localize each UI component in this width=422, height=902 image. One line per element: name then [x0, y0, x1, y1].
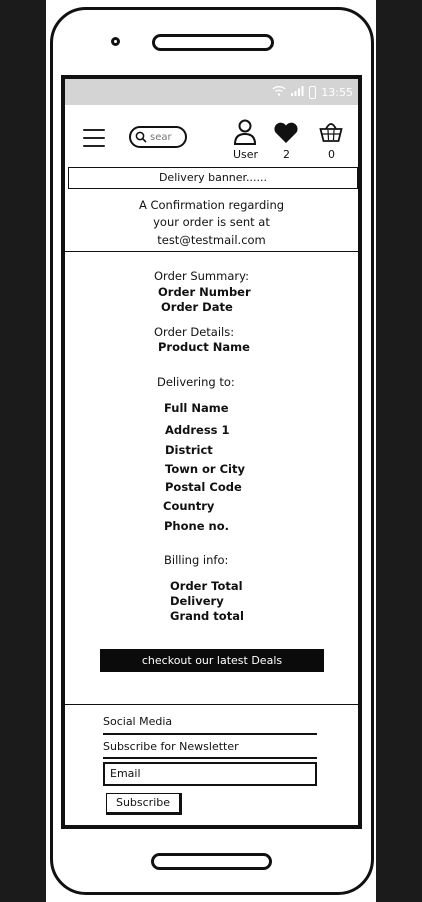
- status-time: 13:55: [321, 85, 353, 99]
- divider: [65, 251, 358, 252]
- grand-total: Grand total: [170, 609, 244, 623]
- footer-divider: [65, 704, 358, 705]
- delivery-banner: Delivery banner......: [68, 167, 358, 189]
- town-or-city: Town or City: [165, 462, 245, 476]
- confirmation-line-1: A Confirmation regarding: [138, 198, 285, 212]
- status-bar: 13:55: [65, 79, 358, 105]
- order-date: Order Date: [161, 300, 233, 314]
- home-button[interactable]: [151, 853, 272, 870]
- user-label: User: [233, 148, 259, 161]
- order-summary-heading: Order Summary:: [154, 269, 249, 283]
- basket-count: 0: [328, 148, 335, 161]
- wifi-icon: [272, 85, 286, 99]
- footer-line: [103, 757, 317, 759]
- app-header: sear User 2 0: [65, 105, 358, 165]
- wishlist-count: 2: [283, 148, 290, 161]
- newsletter-heading: Subscribe for Newsletter: [103, 740, 239, 753]
- speaker-slot: [152, 34, 274, 51]
- menu-icon[interactable]: [83, 129, 105, 147]
- user-icon: [233, 119, 257, 145]
- signal-icon: [291, 85, 304, 99]
- basket-button[interactable]: [317, 121, 345, 147]
- email-field[interactable]: Email: [103, 762, 317, 786]
- delivery-cost: Delivery: [170, 594, 224, 608]
- confirmation-line-2: your order is sent at: [153, 215, 270, 229]
- delivering-to-heading: Delivering to:: [157, 375, 235, 389]
- search-input[interactable]: sear: [129, 126, 187, 148]
- latest-deals-button[interactable]: checkout our latest Deals: [100, 649, 324, 672]
- phone-screen: 13:55 sear User 2 0 Delivery banner.....…: [61, 75, 362, 829]
- order-total: Order Total: [170, 579, 243, 593]
- full-name: Full Name: [164, 401, 229, 415]
- camera-icon: [111, 37, 120, 46]
- wishlist-button[interactable]: [272, 122, 300, 148]
- search-placeholder: sear: [150, 131, 172, 143]
- battery-icon: [309, 85, 317, 99]
- confirmation-email: test@testmail.com: [157, 233, 266, 247]
- heart-icon: [274, 122, 298, 143]
- confirmation-message: A Confirmation regarding your order is s…: [65, 197, 358, 249]
- postal-code: Postal Code: [165, 480, 242, 494]
- order-details-heading: Order Details:: [154, 325, 235, 339]
- social-media-link[interactable]: Social Media: [103, 715, 172, 728]
- subscribe-button[interactable]: Subscribe: [106, 793, 182, 815]
- user-button[interactable]: [231, 119, 259, 149]
- search-icon: [135, 131, 147, 143]
- basket-icon: [319, 123, 343, 142]
- footer-line: [103, 733, 317, 735]
- address-1: Address 1: [165, 423, 230, 437]
- billing-info-heading: Billing info:: [164, 553, 229, 567]
- product-name: Product Name: [158, 340, 250, 354]
- district: District: [165, 443, 213, 457]
- order-number: Order Number: [158, 285, 251, 299]
- phone-number: Phone no.: [164, 519, 229, 533]
- country: Country: [163, 499, 215, 513]
